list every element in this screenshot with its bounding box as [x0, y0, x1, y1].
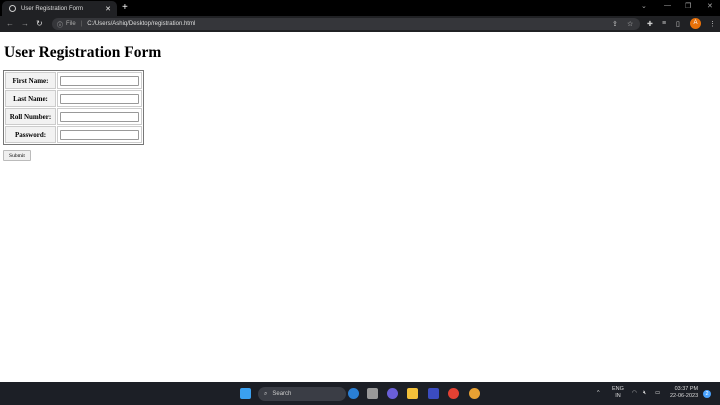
side-panel-icon[interactable]: ▯	[676, 20, 680, 28]
notification-badge[interactable]: 2	[703, 390, 711, 398]
table-row: First Name:	[5, 72, 142, 89]
address-url: C:/Users/Ashiq/Desktop/registration.html	[87, 21, 196, 27]
close-tab-icon[interactable]: ✕	[105, 5, 111, 13]
share-icon[interactable]: ⇪	[612, 20, 618, 28]
tab-title: User Registration Form	[21, 5, 84, 12]
maximize-button[interactable]: ❐	[685, 2, 691, 10]
table-row: Password:	[5, 126, 142, 143]
lang-region: IN	[615, 393, 621, 399]
back-icon[interactable]: ←	[6, 19, 14, 28]
page-title: User Registration Form	[4, 44, 162, 61]
info-icon: ⓘ	[57, 22, 64, 29]
password-input[interactable]	[60, 129, 139, 140]
roll-number-label: Roll Number:	[5, 108, 56, 125]
page-content: User Registration Form First Name: Last …	[0, 32, 720, 382]
globe-icon	[9, 5, 16, 12]
bing-icon[interactable]	[348, 388, 359, 399]
show-hidden-icons[interactable]: ^	[597, 390, 600, 397]
volume-mute-icon[interactable]: 🔇︎	[643, 390, 646, 397]
last-name-input[interactable]	[60, 93, 139, 104]
first-name-label: First Name:	[5, 72, 56, 89]
chrome-icon[interactable]	[448, 388, 459, 399]
password-label: Password:	[5, 126, 56, 143]
chrome-active-icon[interactable]	[469, 388, 480, 399]
tab-strip: User Registration Form ✕ + ⌄ — ❐ ✕	[0, 0, 720, 16]
roll-number-input[interactable]	[60, 111, 139, 122]
search-placeholder: Search	[272, 391, 292, 397]
taskbar: ⌕ Search ^ ENG IN ◠ 🔇︎ ▭ 03:37 PM 22-06-20…	[0, 382, 720, 405]
close-window-button[interactable]: ✕	[707, 2, 713, 10]
new-tab-button[interactable]: +	[122, 2, 128, 13]
first-name-input[interactable]	[60, 75, 139, 86]
lang-code: ENG	[612, 386, 624, 392]
menu-icon[interactable]: ⋮	[709, 20, 716, 28]
taskbar-search[interactable]: ⌕ Search	[258, 387, 346, 401]
divider: |	[80, 21, 83, 27]
last-name-label: Last Name:	[5, 90, 56, 107]
forward-icon[interactable]: →	[21, 19, 29, 28]
editor-app-icon[interactable]	[428, 388, 439, 399]
search-icon: ⌕	[264, 390, 268, 397]
bookmark-star-icon[interactable]: ☆	[627, 20, 633, 28]
table-row: Last Name:	[5, 90, 142, 107]
submit-button[interactable]: Submit	[3, 150, 31, 161]
clock[interactable]: 03:37 PM 22-06-2023	[670, 386, 698, 400]
table-row: Roll Number:	[5, 108, 142, 125]
browser-toolbar: ← → ↻ ⓘ File | C:/Users/Ashiq/Desktop/re…	[0, 16, 720, 32]
reading-list-icon[interactable]: ≡	[662, 20, 666, 27]
address-bar[interactable]: ⓘ File | C:/Users/Ashiq/Desktop/registra…	[52, 18, 640, 30]
wifi-icon[interactable]: ◠	[632, 390, 637, 397]
extensions-icon[interactable]: ✚	[647, 20, 653, 28]
registration-table: First Name: Last Name: Roll Number: Pass…	[3, 70, 144, 145]
avatar[interactable]: A	[690, 18, 701, 29]
time: 03:37 PM	[674, 386, 699, 392]
reload-icon[interactable]: ↻	[36, 19, 43, 28]
windows-start-icon[interactable]	[240, 388, 251, 399]
language-indicator[interactable]: ENG IN	[612, 386, 624, 400]
minimize-button[interactable]: —	[664, 2, 671, 9]
date: 22-06-2023	[670, 393, 699, 399]
battery-icon[interactable]: ▭	[655, 390, 660, 397]
tab-registration[interactable]: User Registration Form ✕	[2, 1, 117, 16]
file-explorer-icon[interactable]	[407, 388, 418, 399]
tab-search-icon[interactable]: ⌄	[641, 2, 647, 10]
teams-chat-icon[interactable]	[387, 388, 398, 399]
address-scheme: File	[66, 21, 76, 27]
task-view-icon[interactable]	[367, 388, 378, 399]
